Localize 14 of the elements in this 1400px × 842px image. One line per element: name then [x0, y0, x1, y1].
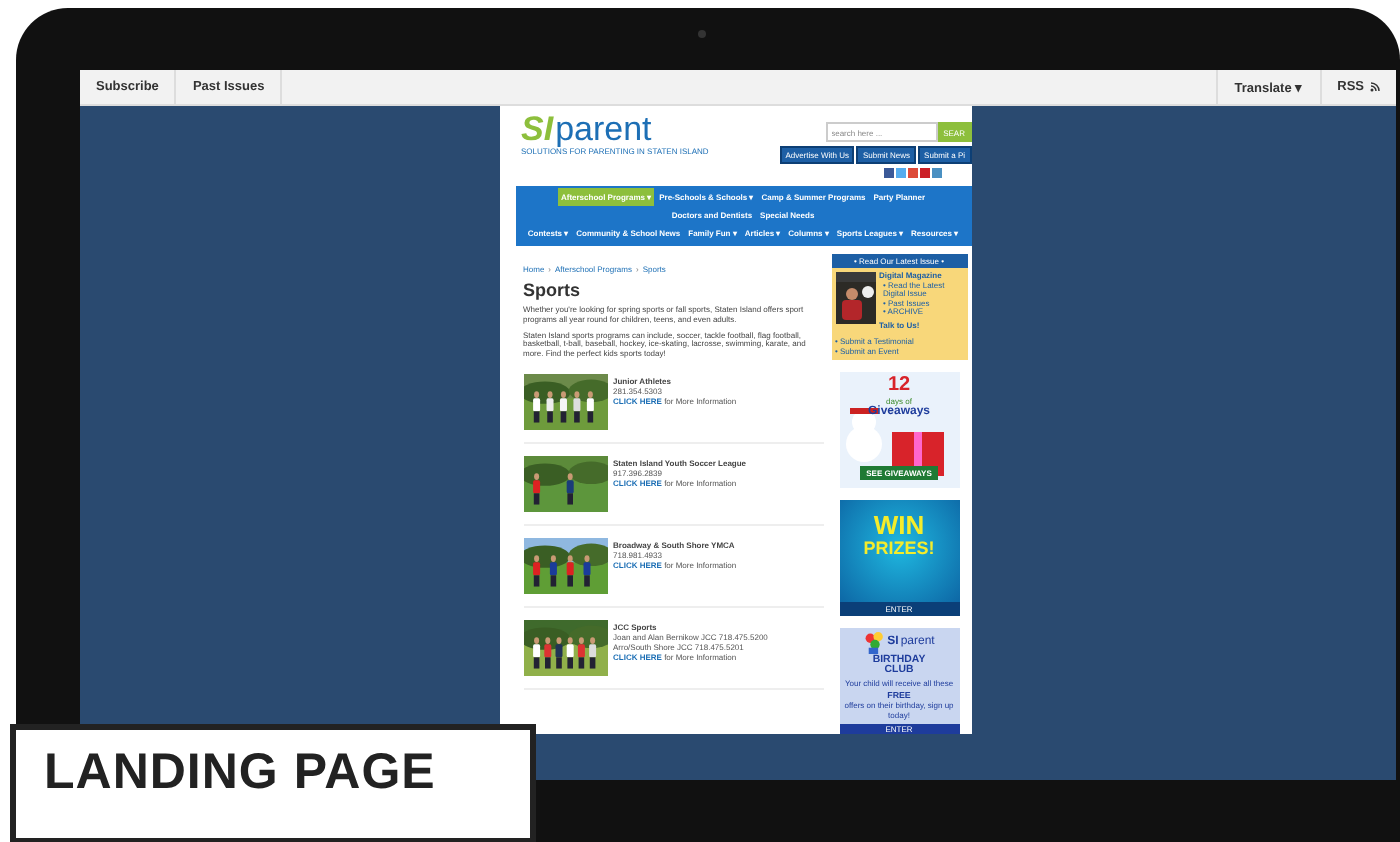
logo-mark: SI: [521, 112, 554, 146]
logo-text: parent: [555, 112, 652, 146]
ad-title: PRIZES!: [863, 537, 935, 558]
ad-title: WIN: [873, 511, 925, 538]
caption-label: LANDING PAGE: [10, 724, 536, 842]
balloons-icon: [863, 631, 886, 654]
page-title: Sports: [523, 280, 583, 300]
social-icon[interactable]: [907, 168, 917, 178]
social-icon[interactable]: [919, 168, 929, 178]
rss-icon: [1370, 82, 1380, 92]
ad-number: 12: [887, 375, 911, 396]
social-icon[interactable]: [931, 168, 941, 178]
social-icon[interactable]: [883, 168, 893, 178]
camera-icon: [698, 30, 706, 38]
